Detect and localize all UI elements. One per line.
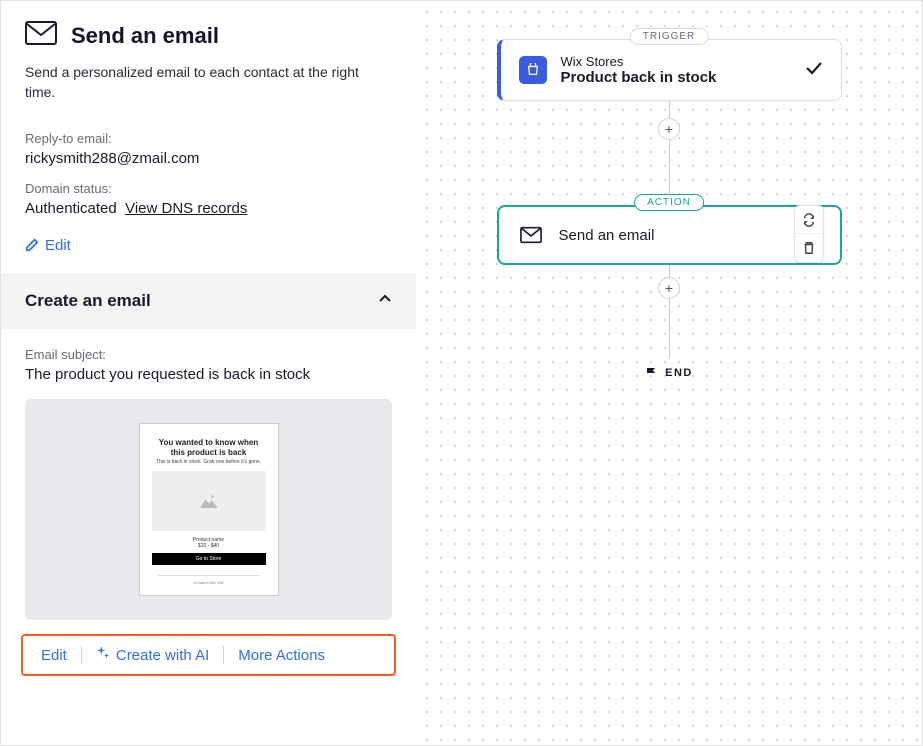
email-content-section: Email subject: The product you requested…: [1, 329, 416, 620]
subject-value: The product you requested is back in sto…: [25, 366, 392, 383]
domain-status-value: Authenticated View DNS records: [25, 200, 392, 217]
end-label: END: [665, 367, 693, 379]
trigger-badge: TRIGGER: [630, 28, 709, 45]
trigger-event: Product back in stock: [561, 69, 791, 86]
add-step-button[interactable]: +: [658, 277, 680, 299]
sparkle-icon: [96, 646, 110, 664]
separator: [223, 646, 224, 664]
action-node[interactable]: Send an email: [497, 205, 842, 265]
subject-label: Email subject:: [25, 347, 392, 362]
trigger-text: Wix Stores Product back in stock: [561, 54, 791, 86]
trigger-node-wrap: TRIGGER Wix Stores Product back in stock: [497, 39, 842, 101]
email-preview-card: You wanted to know when this product is …: [139, 423, 279, 596]
email-preview: You wanted to know when this product is …: [25, 399, 392, 620]
end-marker: END: [645, 367, 693, 379]
edit-email-label: Edit: [41, 647, 67, 664]
sender-details: Reply-to email: rickysmith288@zmail.com …: [1, 119, 416, 264]
node-tools: [794, 205, 824, 263]
check-icon: [805, 61, 823, 80]
panel-header: Send an email Send a personalized email …: [1, 1, 416, 119]
create-ai-label: Create with AI: [116, 647, 209, 664]
preview-headline: You wanted to know when this product is …: [144, 434, 274, 459]
panel-description: Send a personalized email to each contac…: [25, 62, 392, 103]
preview-product-info: Product name$20 - $40: [144, 537, 274, 549]
action-node-wrap: ACTION Send an email: [497, 205, 842, 265]
trigger-source: Wix Stores: [561, 54, 791, 69]
separator: [81, 646, 82, 664]
delete-button[interactable]: [795, 234, 823, 262]
trigger-node[interactable]: Wix Stores Product back in stock: [497, 39, 842, 101]
bottom-actions-bar: Edit Create with AI More Actions: [21, 634, 396, 676]
preview-footer: Created with Wix: [144, 580, 274, 585]
action-text: Send an email: [559, 227, 790, 244]
edit-sender-button[interactable]: Edit: [25, 237, 71, 254]
preview-subtext: This is back in stock. Grab one before i…: [144, 459, 274, 465]
chevron-up-icon: [378, 292, 392, 311]
connector: +: [669, 101, 670, 157]
pencil-icon: [25, 238, 39, 252]
reply-to-value: rickysmith288@zmail.com: [25, 150, 392, 167]
panel-title: Send an email: [71, 23, 219, 49]
flow-canvas[interactable]: TRIGGER Wix Stores Product back in stock…: [416, 1, 922, 745]
envelope-icon: [517, 221, 545, 249]
more-actions-label: More Actions: [238, 647, 325, 664]
create-with-ai-button[interactable]: Create with AI: [96, 646, 209, 664]
create-email-accordion[interactable]: Create an email: [1, 273, 416, 329]
wix-stores-icon: [519, 56, 547, 84]
view-dns-link[interactable]: View DNS records: [125, 200, 247, 217]
edit-sender-label: Edit: [45, 237, 71, 254]
accordion-title: Create an email: [25, 291, 151, 311]
edit-email-button[interactable]: Edit: [35, 647, 67, 664]
reply-to-label: Reply-to email:: [25, 131, 392, 146]
connector: [669, 311, 670, 359]
refresh-button[interactable]: [795, 206, 823, 234]
image-placeholder-icon: [152, 471, 266, 531]
envelope-icon: [25, 21, 57, 50]
domain-status-label: Domain status:: [25, 181, 392, 196]
config-panel: Send an email Send a personalized email …: [1, 1, 416, 745]
domain-status-text: Authenticated: [25, 200, 117, 217]
more-actions-button[interactable]: More Actions: [238, 647, 325, 664]
flag-icon: [645, 367, 657, 379]
action-title: Send an email: [559, 227, 790, 244]
action-badge: ACTION: [634, 194, 704, 211]
automation-flow: TRIGGER Wix Stores Product back in stock…: [416, 39, 922, 379]
preview-cta: Go to Store: [152, 553, 266, 565]
add-step-button[interactable]: +: [658, 118, 680, 140]
connector: +: [669, 265, 670, 311]
